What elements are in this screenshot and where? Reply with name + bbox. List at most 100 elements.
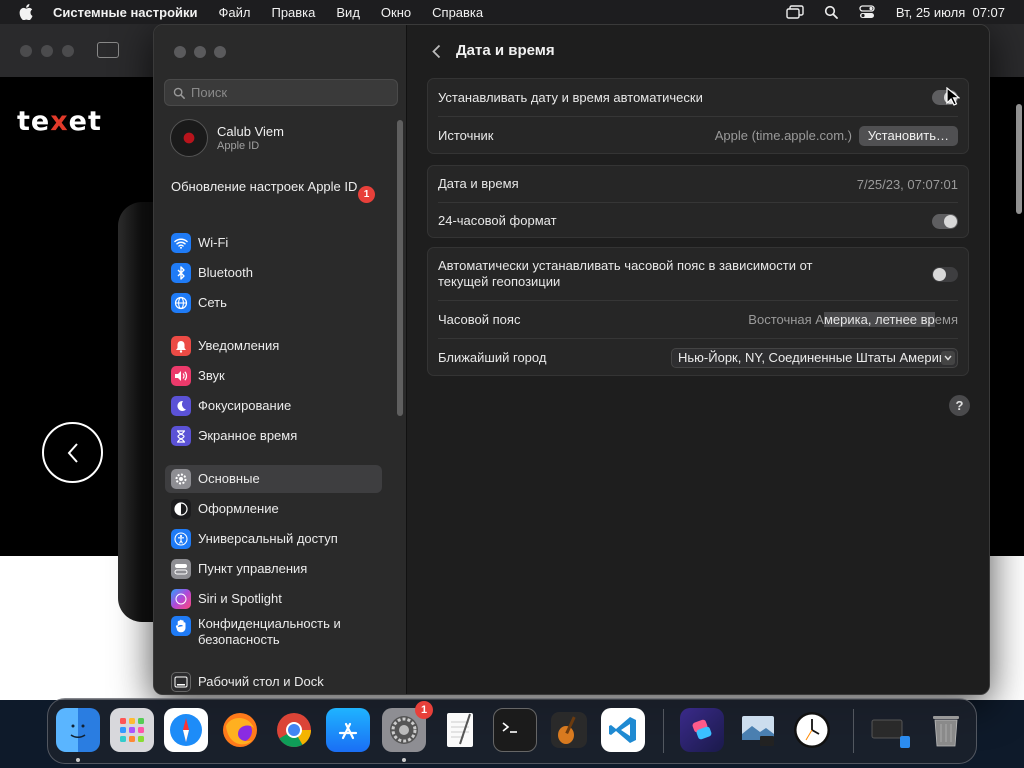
menu-help[interactable]: Справка <box>432 5 483 20</box>
format24-label: 24-часовой формат <box>438 213 557 228</box>
siri-icon <box>171 589 191 609</box>
search-icon <box>173 87 185 99</box>
settings-main-pane: Дата и время Устанавливать дату и время … <box>408 25 989 694</box>
menu-edit[interactable]: Правка <box>271 5 315 20</box>
control-center-icon <box>171 559 191 579</box>
trash-icon[interactable] <box>924 708 968 752</box>
moon-icon <box>171 396 191 416</box>
system-settings-window: Calub Viem Apple ID Обновление настроек … <box>153 24 990 695</box>
terminal-icon[interactable] <box>493 708 537 752</box>
system-settings-badge: 1 <box>415 701 433 719</box>
auto-timezone-row: Автоматически устанавливать часовой пояс… <box>428 248 968 300</box>
datetime-row: Дата и время 7/25/23, 07:07:01 <box>428 166 968 202</box>
control-center-icon[interactable] <box>858 5 876 19</box>
apple-id-account[interactable]: Calub Viem Apple ID <box>170 119 284 157</box>
sidebar-scrollbar[interactable] <box>397 120 403 416</box>
textedit-icon[interactable] <box>438 708 482 752</box>
zoom-window-button[interactable] <box>214 46 226 58</box>
shortcuts-icon[interactable] <box>680 708 724 752</box>
search-field[interactable] <box>164 79 398 106</box>
launchpad-icon[interactable] <box>110 708 154 752</box>
screen-capture-icon[interactable] <box>868 708 912 752</box>
search-input[interactable] <box>191 85 381 100</box>
timezone-value[interactable]: Восточная Америка, летнее время <box>748 312 958 327</box>
dock-icon <box>171 672 191 692</box>
chrome-icon[interactable] <box>272 708 316 752</box>
finder-icon[interactable] <box>56 708 100 752</box>
sidebar-item-notifications[interactable]: Уведомления <box>165 332 382 360</box>
minimize-window-button[interactable] <box>194 46 206 58</box>
vscode-icon[interactable] <box>601 708 645 752</box>
sidebar-item-siri[interactable]: Siri и Spotlight <box>165 585 382 613</box>
auto-datetime-row: Устанавливать дату и время автоматически <box>428 79 968 116</box>
update-badge: 1 <box>358 186 375 203</box>
garageband-icon[interactable] <box>547 708 591 752</box>
globe-icon <box>171 293 191 313</box>
auto-timezone-toggle[interactable] <box>932 266 958 282</box>
sidebar-item-desktop-dock[interactable]: Рабочий стол и Dock <box>165 668 382 694</box>
hand-icon <box>171 616 191 636</box>
app-store-icon[interactable] <box>326 708 370 752</box>
back-button[interactable] <box>428 42 444 60</box>
browser-window-controls <box>20 45 74 57</box>
timezone-row: Часовой пояс Восточная Америка, летнее в… <box>428 301 968 338</box>
format24-toggle[interactable] <box>932 213 958 229</box>
apple-menu-icon[interactable] <box>17 3 35 21</box>
auto-datetime-group: Устанавливать дату и время автоматически… <box>427 78 969 154</box>
sidebar-item-screen-time[interactable]: Экранное время <box>165 422 382 450</box>
safari-icon[interactable] <box>164 708 208 752</box>
firefox-icon[interactable] <box>218 708 262 752</box>
appearance-icon <box>171 499 191 519</box>
timezone-label: Часовой пояс <box>438 311 521 327</box>
source-row: Источник Apple (time.apple.com.) Установ… <box>428 117 968 154</box>
auto-datetime-label: Устанавливать дату и время автоматически <box>438 89 703 105</box>
menu-file[interactable]: Файл <box>219 5 251 20</box>
sidebar-item-general[interactable]: Основные <box>165 465 382 493</box>
sidebar-item-bluetooth[interactable]: Bluetooth <box>165 259 382 287</box>
menu-clock[interactable]: Вт, 25 июля 07:07 <box>896 5 1005 20</box>
bell-icon <box>171 336 191 356</box>
carousel-prev-button[interactable] <box>42 422 103 483</box>
browser-sidebar-icon[interactable] <box>97 42 119 58</box>
city-label: Ближайший город <box>438 349 547 365</box>
screen-mirroring-icon[interactable] <box>786 5 804 19</box>
datetime-value[interactable]: 7/25/23, 07:07:01 <box>857 177 958 192</box>
timezone-group: Автоматически устанавливать часовой пояс… <box>427 247 969 376</box>
source-label: Источник <box>438 127 494 143</box>
city-select[interactable]: Нью-Йорк, NY, Соединенные Штаты Америки <box>671 347 958 368</box>
window-controls <box>174 46 226 58</box>
city-row: Ближайший город Нью-Йорк, NY, Соединенны… <box>428 339 968 376</box>
spotlight-search-icon[interactable] <box>822 5 840 19</box>
phone-image <box>118 202 158 622</box>
chevron-down-icon <box>941 350 955 365</box>
apple-id-update-item[interactable]: Обновление настроек Apple ID <box>171 179 381 195</box>
preview-icon[interactable] <box>736 708 780 752</box>
set-source-button[interactable]: Установить… <box>858 125 958 146</box>
datetime-label: Дата и время <box>438 176 519 191</box>
chevron-left-icon <box>431 44 440 58</box>
sidebar-item-focus[interactable]: Фокусирование <box>165 392 382 420</box>
menu-view[interactable]: Вид <box>336 5 360 20</box>
account-name: Calub Viem <box>217 124 284 139</box>
menu-bar: Системные настройки Файл Правка Вид Окно… <box>0 0 1024 24</box>
sidebar-item-wifi[interactable]: Wi-Fi <box>165 229 382 257</box>
texet-logo: texet <box>17 106 102 137</box>
accessibility-icon <box>171 529 191 549</box>
clock-icon[interactable] <box>790 708 834 752</box>
sidebar-item-network[interactable]: Сеть <box>165 289 382 317</box>
hourglass-icon <box>171 426 191 446</box>
format24-row: 24-часовой формат <box>428 203 968 239</box>
sidebar-item-control-center[interactable]: Пункт управления <box>165 555 382 583</box>
sidebar-item-privacy[interactable]: Конфиденциальность и безопасность <box>165 612 382 652</box>
datetime-group: Дата и время 7/25/23, 07:07:01 24-часово… <box>427 165 969 238</box>
close-window-button[interactable] <box>174 46 186 58</box>
menu-window[interactable]: Окно <box>381 5 411 20</box>
browser-scrollbar[interactable] <box>1016 104 1022 214</box>
sidebar-item-sound[interactable]: Звук <box>165 362 382 390</box>
bluetooth-icon <box>171 263 191 283</box>
sidebar-item-appearance[interactable]: Оформление <box>165 495 382 523</box>
menu-app-name[interactable]: Системные настройки <box>53 5 198 20</box>
sidebar-item-accessibility[interactable]: Универсальный доступ <box>165 525 382 553</box>
help-button[interactable]: ? <box>949 395 970 416</box>
avatar <box>170 119 208 157</box>
